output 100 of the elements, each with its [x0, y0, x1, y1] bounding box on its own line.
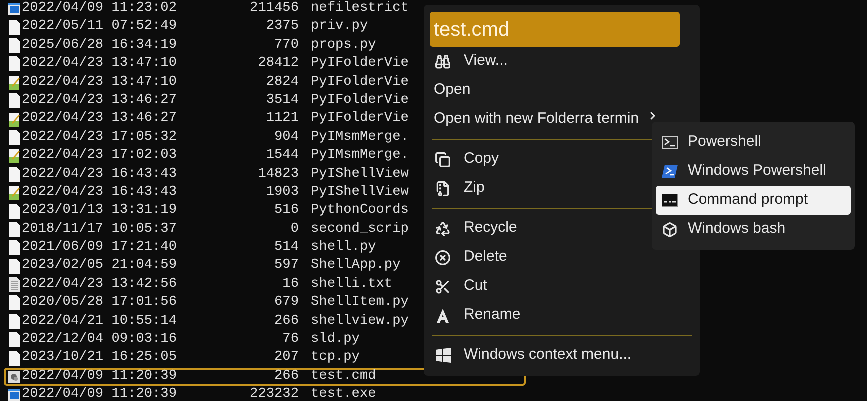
windows-icon: [436, 348, 450, 363]
file-size: 597: [274, 257, 299, 276]
file-name: shelli.txt: [311, 276, 393, 294]
file-name: PyIMsmMerge.: [311, 128, 409, 147]
file-size: 211456: [249, 0, 299, 18]
file-name: PythonCoords: [311, 202, 409, 220]
file-date: 2022/04/23 13:46:27: [22, 92, 177, 110]
file-icon: [8, 130, 20, 146]
file-size: 28412: [257, 55, 299, 74]
console-icon: [662, 194, 678, 207]
file-name: PyIFolderVie: [311, 110, 409, 128]
file-date: 2022/04/09 11:20:39: [22, 368, 177, 386]
file-date: 2022/04/09 11:20:39: [22, 386, 177, 401]
file-icon: [8, 204, 20, 220]
file-name: PyIMsmMerge.: [311, 147, 409, 166]
binoculars-icon: [435, 54, 451, 70]
file-date: 2023/02/05 21:04:59: [22, 257, 177, 276]
batch-file-icon: [8, 369, 20, 386]
menu-item[interactable]: Open with new Folderra termin: [430, 108, 644, 131]
cube-icon: [662, 222, 678, 238]
file-icon: [8, 38, 20, 54]
menu-header: test.cmd: [430, 12, 680, 47]
menu-item[interactable]: Rename: [430, 304, 525, 327]
file-size: 0: [290, 220, 299, 239]
file-size: 266: [274, 312, 299, 331]
file-date: 2018/11/17 10:05:37: [22, 220, 177, 239]
file-name: nefilestrict: [311, 0, 409, 18]
file-date: 2022/05/11 07:52:49: [22, 18, 177, 36]
file-icon: [8, 332, 20, 348]
file-date: 2020/05/28 17:01:56: [22, 294, 177, 312]
file-name: ShellItem.py: [311, 294, 409, 312]
file-size: 207: [274, 349, 299, 368]
file-name: PyIFolderVie: [311, 55, 409, 74]
notepad-icon: [8, 112, 20, 128]
file-name: PyIShellView: [311, 184, 409, 202]
file-name: test.exe: [311, 386, 376, 401]
text-file-icon: [8, 277, 20, 294]
file-date: 2022/04/23 17:05:32: [22, 128, 177, 147]
file-icon: [8, 314, 20, 330]
file-icon: [8, 222, 20, 238]
file-size: 2824: [265, 74, 299, 92]
file-size: 2375: [265, 18, 299, 36]
submenu-item[interactable]: Powershell: [656, 128, 851, 157]
file-size: 76: [282, 331, 299, 350]
menu-item[interactable]: Windows context menu...: [430, 344, 636, 367]
file-date: 2025/06/28 16:34:19: [22, 36, 177, 55]
file-icon: [8, 56, 20, 72]
file-date: 2022/04/23 16:43:43: [22, 166, 177, 184]
file-date: 2023/01/13 13:31:19: [22, 202, 177, 220]
file-date: 2022/12/04 09:03:16: [22, 331, 177, 350]
menu-item[interactable]: Cut: [430, 275, 492, 298]
file-date: 2022/04/23 16:43:43: [22, 184, 177, 202]
file-size: 1544: [265, 147, 299, 166]
file-size: 223232: [249, 386, 299, 401]
file-row[interactable]: 2022/04/09 11:20:39 223232 test.exe: [4, 386, 526, 401]
file-date: 2022/04/23 13:47:10: [22, 55, 177, 74]
file-size: 516: [274, 202, 299, 220]
menu-item[interactable]: Zip: [430, 177, 489, 200]
file-size: 770: [274, 36, 299, 55]
file-name: PyIFolderVie: [311, 74, 409, 92]
submenu-item[interactable]: Command prompt: [656, 186, 851, 215]
file-date: 2022/04/23 13:42:56: [22, 276, 177, 294]
file-icon: [8, 93, 20, 110]
menu-item[interactable]: Copy: [430, 148, 504, 171]
file-date: 2022/04/23 13:46:27: [22, 110, 177, 128]
file-row[interactable]: 2022/04/23 17:05:32 904 PyIMsmMerge.: [4, 128, 526, 148]
file-name: shell.py: [311, 239, 376, 258]
menu-item[interactable]: View...: [430, 50, 512, 73]
file-size: 1903: [265, 184, 299, 202]
file-name: PyIFolderVie: [311, 92, 409, 110]
file-date: 2022/04/09 11:23:02: [22, 0, 177, 18]
menu-item[interactable]: Open: [430, 79, 475, 102]
file-size: 1121: [265, 110, 299, 128]
recycle-icon: [435, 220, 451, 236]
file-size: 904: [274, 128, 299, 147]
file-date: 2021/06/09 17:21:40: [22, 239, 177, 258]
submenu-item[interactable]: Windows Powershell: [656, 157, 851, 186]
notepad-icon: [8, 74, 20, 91]
submenu-item[interactable]: Windows bash: [656, 215, 851, 244]
application-icon: [8, 1, 20, 18]
file-date: 2022/04/21 10:55:14: [22, 312, 177, 331]
file-icon: [8, 240, 20, 256]
file-size: 16: [282, 276, 299, 294]
delete-icon: [435, 250, 451, 266]
file-name: tcp.py: [311, 349, 360, 368]
application-icon: [8, 387, 20, 401]
copy-icon: [435, 152, 451, 168]
file-name: sld.py: [311, 331, 360, 350]
file-name: second_scrip: [311, 220, 409, 239]
file-size: 3514: [265, 92, 299, 110]
file-name: PyIShellView: [311, 166, 409, 184]
file-icon: [8, 258, 20, 275]
file-size: 266: [274, 368, 299, 386]
file-name: ShellApp.py: [311, 257, 401, 276]
file-date: 2022/04/23 17:02:03: [22, 147, 177, 166]
file-icon: [8, 295, 20, 312]
file-size: 514: [274, 239, 299, 258]
file-date: 2022/04/23 13:47:10: [22, 74, 177, 92]
menu-item[interactable]: Delete: [430, 246, 512, 269]
file-icon: [8, 166, 20, 183]
